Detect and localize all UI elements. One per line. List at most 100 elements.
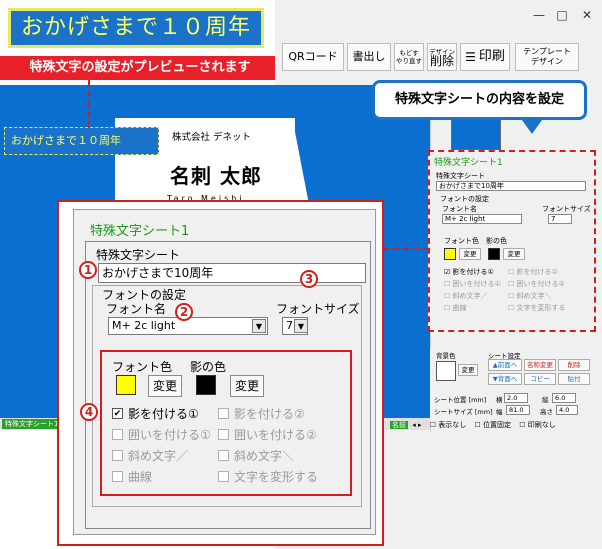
qr-code-button[interactable]: QRコード	[282, 43, 344, 71]
small-sheet-input[interactable]: おかげさまで10周年	[436, 181, 586, 191]
noprint-label: 印刷なし	[527, 421, 556, 429]
frame2-checkbox	[218, 429, 229, 440]
small-opt-6-label: 斜め文字＼	[516, 292, 552, 300]
shadow-color-swatch	[196, 375, 216, 395]
h-input[interactable]: 4.0	[556, 405, 578, 415]
send-back-button[interactable]: ▼背面へ	[488, 373, 522, 385]
redo-label: やり直す	[396, 57, 422, 65]
toolbar: QRコード 書出し もどす やり直す デザイン 削除 ☰ 印刷 テンプレート デ…	[282, 40, 602, 74]
chevron-down-icon[interactable]: ▼	[252, 319, 266, 333]
paste-button[interactable]: 貼付	[558, 373, 590, 385]
callout-sheet-settings: 特殊文字シートの内容を設定	[372, 80, 587, 120]
frame1-checkbox	[112, 429, 123, 440]
font-color-label: フォント色	[112, 360, 173, 374]
small-opt-6: ☐ 斜め文字＼	[508, 291, 552, 301]
bg-color-change[interactable]: 変更	[458, 364, 478, 376]
status-nav-arrows[interactable]: ◂ ▸	[412, 421, 421, 429]
design-delete-button[interactable]: デザイン 削除	[427, 43, 457, 71]
delete-sheet-button[interactable]: 削除	[558, 359, 590, 371]
font-name-label: フォント名	[106, 302, 167, 316]
y-input[interactable]: 6.0	[552, 393, 576, 403]
small-panel-title: 特殊文字シート1	[434, 158, 503, 168]
w-input[interactable]: 81.0	[506, 405, 530, 415]
small-font-select[interactable]: M+ 2c light	[442, 214, 522, 224]
x-input[interactable]: 2.0	[504, 393, 528, 403]
fixed-checkbox[interactable]: ☐	[474, 421, 483, 429]
connector-banner	[88, 80, 90, 128]
undo-redo-button[interactable]: もどす やり直す	[394, 43, 424, 71]
small-shadow-color-change[interactable]: 変更	[503, 248, 525, 260]
small-opt-3: ☐ 囲いを付ける①	[444, 279, 501, 289]
status-bar: 名前 ◂ ▸ ☐ 表示なし ☐ 位置固定 ☐ 印刷なし	[390, 419, 602, 431]
font-size-label: フォントサイズ	[276, 302, 360, 316]
transform-label: 文字を変形する	[234, 470, 319, 484]
small-opt-2-label: 影を付ける②	[516, 268, 558, 276]
preview-banner: おかげさまで１０周年	[8, 8, 264, 48]
small-font-group: フォントの設定	[440, 195, 489, 203]
maximize-button[interactable]: □	[551, 8, 573, 22]
small-font-color-change[interactable]: 変更	[459, 248, 481, 260]
card-name[interactable]: 名刺 太郎	[170, 160, 262, 189]
frame1-label: 囲いを付ける①	[128, 428, 211, 442]
status-sheet-tag: 特殊文字シート1	[2, 419, 62, 429]
sheet-label: 特殊文字シート	[96, 248, 181, 262]
small-opt-1[interactable]: ☑ 影を付ける①	[444, 267, 494, 277]
hide-checkbox[interactable]: ☐	[430, 421, 439, 429]
shadow1-checkbox[interactable]: ✔	[112, 408, 123, 419]
small-opt-5: ☐ 斜め文字／	[444, 291, 488, 301]
slant2-checkbox	[218, 450, 229, 461]
small-opt-4-label: 囲いを付ける②	[516, 280, 565, 288]
qr-label: QRコード	[288, 50, 338, 63]
connector-panel	[383, 248, 429, 250]
template-design-button[interactable]: テンプレート デザイン	[515, 43, 579, 71]
small-font-name-label: フォント名	[442, 205, 477, 213]
small-size-select[interactable]: 7	[548, 214, 572, 224]
sheet-settings-panel: 背景色 変更 シート設定 ▲前面へ 名称変更 削除 ▼背面へ コピー 貼付 シー…	[430, 348, 600, 428]
write-out-button[interactable]: 書出し	[347, 43, 391, 71]
small-opt-3-checkbox: ☐	[444, 280, 453, 288]
marker-1: 1	[79, 261, 97, 279]
copy-button[interactable]: コピー	[524, 373, 556, 385]
size-chevron-down-icon[interactable]: ▼	[294, 319, 308, 333]
small-opt-4-checkbox: ☐	[508, 280, 517, 288]
template-label: テンプレート	[523, 47, 571, 56]
small-opt-7-checkbox: ☐	[444, 304, 453, 312]
slant2-label: 斜め文字＼	[234, 449, 295, 463]
small-opt-2: ☐ 影を付ける②	[508, 267, 558, 277]
rename-button[interactable]: 名称変更	[524, 359, 556, 371]
print-button[interactable]: ☰ 印刷	[460, 43, 510, 71]
small-opt-1-checkbox[interactable]: ☑	[444, 268, 453, 276]
panel-title: 特殊文字シート1	[90, 224, 190, 239]
small-font-size-label: フォントサイズ	[542, 205, 591, 213]
small-opt-7: ☐ 曲線	[444, 303, 467, 313]
noprint-checkbox[interactable]: ☐	[519, 421, 528, 429]
minimize-button[interactable]: —	[528, 8, 550, 22]
slant1-checkbox	[112, 450, 123, 461]
write-label: 書出し	[352, 50, 386, 63]
curve-label: 曲線	[128, 470, 153, 484]
bring-front-button[interactable]: ▲前面へ	[488, 359, 522, 371]
sheet-position-label: シート位置 [mm]	[434, 396, 487, 404]
frame2-label: 囲いを付ける②	[234, 428, 317, 442]
small-opt-5-checkbox: ☐	[444, 292, 453, 300]
callout-pointer	[522, 120, 542, 134]
card-company[interactable]: 株式会社 デネット	[172, 129, 251, 143]
font-color-swatch	[116, 375, 136, 395]
canvas-special-text[interactable]: おかげさまで１０周年	[4, 127, 159, 155]
font-color-change-button[interactable]: 変更	[148, 375, 182, 397]
h-label: 高さ	[540, 408, 553, 416]
shadow1-label: 影を付ける①	[128, 407, 199, 421]
close-button[interactable]: ✕	[576, 8, 598, 22]
bg-color-swatch	[436, 361, 456, 381]
sheet-text-input[interactable]: おかげさまで10周年	[98, 263, 366, 283]
x-label: 横	[496, 396, 503, 404]
hide-label: 表示なし	[438, 421, 467, 429]
status-name-tag: 名前	[390, 421, 408, 429]
marker-2: 2	[175, 303, 193, 321]
small-font-color-swatch	[444, 248, 456, 260]
small-opt-3-label: 囲いを付ける①	[452, 280, 501, 288]
small-opt-5-label: 斜め文字／	[452, 292, 488, 300]
shadow-color-change-button[interactable]: 変更	[230, 375, 264, 397]
small-opt-4: ☐ 囲いを付ける②	[508, 279, 565, 289]
slant1-label: 斜め文字／	[128, 449, 189, 463]
